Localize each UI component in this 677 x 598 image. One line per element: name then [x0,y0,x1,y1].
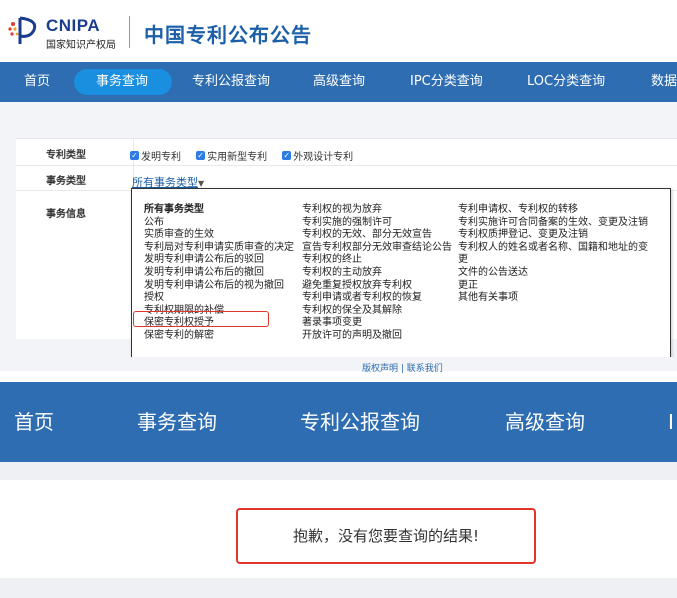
dropdown-option[interactable]: 更 [458,254,648,267]
cnipa-logo-icon [8,16,37,44]
nav-item-data[interactable]: 数据 [651,62,677,102]
patent-type-options: ✓ 发明专利 ✓ 实用新型专利 ✓ 外观设计专利 [130,145,363,164]
checkbox-design[interactable]: ✓ [282,151,292,160]
dropdown-option[interactable]: 专利申请权、专利权的转移 [458,204,648,217]
dropdown-option[interactable]: 专利申请或者专利权的恢复 [302,292,452,305]
checkbox-invention-label[interactable]: 发明专利 [141,152,181,163]
no-result-box: 抱歉，没有您要查询的结果! [236,508,536,564]
dropdown-column-3: 专利申请权、专利权的转移 专利实施许可合同备案的生效、变更及注销 专利权质押登记… [458,204,648,305]
header-divider [129,16,130,48]
checkbox-invention[interactable]: ✓ [130,151,139,160]
main-nav-zoomed: 首页 事务查询 专利公报查询 高级查询 I [0,382,677,462]
dropdown-option[interactable]: 公布 [144,217,294,230]
dropdown-option[interactable]: 专利权的主动放弃 [302,267,452,280]
nav-item-home[interactable]: 首页 [24,62,50,102]
dropdown-option[interactable]: 专利实施的强制许可 [302,217,452,230]
dropdown-option[interactable]: 专利权人的姓名或者名称、国籍和地址的变 [458,242,648,255]
nav-item-ipc-query[interactable]: I [668,382,674,462]
nav-item-gazette-query[interactable]: 专利公报查询 [300,382,420,462]
dropdown-option[interactable]: 所有事务类型 [144,204,294,217]
dropdown-option[interactable]: 专利权的无效、部分无效宣告 [302,229,452,242]
nav-item-transaction-query[interactable]: 事务查询 [137,382,217,462]
dropdown-option[interactable]: 文件的公告送达 [458,267,648,280]
dropdown-option[interactable]: 专利权的保全及其解除 [302,305,452,318]
transaction-type-label: 事务类型 [46,176,86,187]
checkbox-utility-model[interactable]: ✓ [196,151,206,160]
patent-type-label: 专利类型 [46,150,86,161]
nav-item-ipc-query[interactable]: IPC分类查询 [410,62,483,102]
dropdown-option[interactable]: 专利权的终止 [302,254,452,267]
nav-item-gazette-query[interactable]: 专利公报查询 [192,62,270,102]
cnipa-logo[interactable]: CNIPA 国家知识产权局 [6,8,126,54]
dropdown-option[interactable]: 著录事项变更 [302,317,452,330]
site-title: 中国专利公布公告 [144,23,312,47]
footer-links: 版权声明 | 联系我们 [0,357,677,374]
dropdown-option[interactable]: 其他有关事项 [458,292,648,305]
highlight-annotation-box [133,311,269,327]
logo-subtext: 国家知识产权局 [46,40,116,51]
footer-links-text[interactable]: 版权声明 | 联系我们 [362,361,443,374]
no-result-message: 抱歉，没有您要查询的结果! [292,527,479,545]
bottom-strip [0,578,677,598]
nav-item-loc-query[interactable]: LOC分类查询 [527,62,605,102]
dropdown-option[interactable]: 发明专利申请公布后的视为撤回 [144,280,294,293]
site-header: CNIPA 国家知识产权局 中国专利公布公告 [0,0,677,62]
main-nav: 首页 事务查询 专利公报查询 高级查询 IPC分类查询 LOC分类查询 数据 [0,62,677,102]
section-gap [0,462,677,480]
dropdown-option[interactable]: 更正 [458,280,648,293]
dropdown-option[interactable]: 专利局对专利申请实质审查的决定 [144,242,294,255]
dropdown-option[interactable]: 实质审查的生效 [144,229,294,242]
dropdown-option[interactable]: 发明专利申请公布后的驳回 [144,254,294,267]
dropdown-option[interactable]: 避免重复授权放弃专利权 [302,280,452,293]
dropdown-option[interactable]: 保密专利的解密 [144,330,294,343]
patent-type-row: 专利类型 ✓ 发明专利 ✓ 实用新型专利 ✓ 外观设计专利 [16,139,677,166]
logo-text: CNIPA [46,16,101,35]
dropdown-option[interactable]: 授权 [144,292,294,305]
nav-item-home[interactable]: 首页 [14,382,54,462]
checkbox-design-label[interactable]: 外观设计专利 [293,152,353,163]
dropdown-option[interactable]: 专利权的视为放弃 [302,204,452,217]
dropdown-option[interactable]: 专利权质押登记、变更及注销 [458,229,648,242]
transaction-type-dropdown[interactable]: 所有事务类型 公布 实质审查的生效 专利局对专利申请实质审查的决定 发明专利申请… [131,188,671,368]
nav-item-advanced-query[interactable]: 高级查询 [505,382,585,462]
dropdown-option[interactable]: 开放许可的声明及撤回 [302,330,452,343]
checkbox-utility-model-label[interactable]: 实用新型专利 [207,152,267,163]
dropdown-option[interactable]: 发明专利申请公布后的撤回 [144,267,294,280]
dropdown-option[interactable]: 宣告专利权部分无效审查结论公告 [302,242,452,255]
dropdown-column-2: 专利权的视为放弃 专利实施的强制许可 专利权的无效、部分无效宣告 宣告专利权部分… [302,204,452,343]
transaction-info-label: 事务信息 [46,209,86,220]
nav-item-advanced-query[interactable]: 高级查询 [313,62,365,102]
dropdown-option[interactable]: 专利实施许可合同备案的生效、变更及注销 [458,217,648,230]
chevron-down-icon[interactable]: ▼ [198,179,204,188]
nav-item-transaction-query[interactable]: 事务查询 [96,62,148,102]
